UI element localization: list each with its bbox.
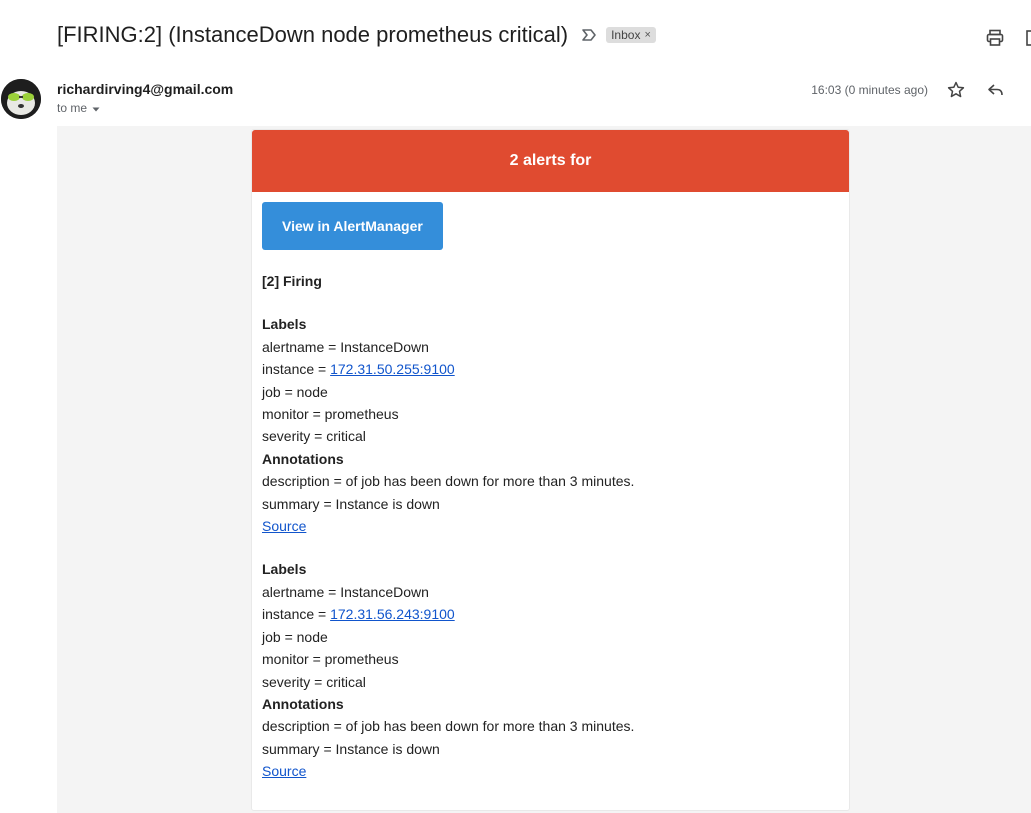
remove-label-icon[interactable]: × <box>644 29 650 41</box>
source-link[interactable]: Source <box>262 763 306 779</box>
instance-prefix: instance = <box>262 606 331 623</box>
label-monitor: monitor = prometheus <box>262 406 399 423</box>
label-alertname: alertname = InstanceDown <box>262 338 429 355</box>
labels-heading: Labels <box>262 316 307 333</box>
important-marker-icon[interactable] <box>580 26 598 44</box>
inbox-label-text: Inbox <box>611 28 641 42</box>
label-job: job = node <box>262 383 328 400</box>
subject-row: [FIRING:2] (InstanceDown node prometheus… <box>57 22 656 48</box>
inbox-label-chip[interactable]: Inbox × <box>606 27 656 43</box>
reply-icon[interactable] <box>986 80 1006 100</box>
star-icon[interactable] <box>946 80 966 100</box>
annotation-description: description = of job has been down for m… <box>262 473 635 490</box>
annotations-heading: Annotations <box>262 450 344 467</box>
annotation-summary: summary = Instance is down <box>262 495 440 512</box>
timestamp: 16:03 (0 minutes ago) <box>811 83 928 97</box>
instance-link[interactable]: 172.31.50.255:9100 <box>330 361 455 377</box>
alert-content: View in AlertManager [2] Firing Labels a… <box>252 192 849 783</box>
label-severity: severity = critical <box>262 428 366 445</box>
source-link[interactable]: Source <box>262 518 306 534</box>
email-subject: [FIRING:2] (InstanceDown node prometheus… <box>57 22 569 47</box>
alert-email-card: 2 alerts for View in AlertManager [2] Fi… <box>251 129 850 811</box>
alert-item: Labels alertname = InstanceDown instance… <box>262 558 839 782</box>
alert-header: 2 alerts for <box>252 130 849 192</box>
label-job: job = node <box>262 628 328 645</box>
sender-email[interactable]: richardirving4@gmail.com <box>57 81 233 97</box>
label-severity: severity = critical <box>262 673 366 690</box>
instance-prefix: instance = <box>262 361 331 378</box>
label-monitor: monitor = prometheus <box>262 651 399 668</box>
avatar[interactable] <box>1 79 41 119</box>
print-icon[interactable] <box>985 28 1005 48</box>
recipient-text: to me <box>57 101 88 115</box>
open-in-new-window-icon[interactable] <box>1025 28 1031 48</box>
chevron-down-icon[interactable] <box>91 103 101 113</box>
label-alertname: alertname = InstanceDown <box>262 583 429 600</box>
labels-heading: Labels <box>262 561 307 578</box>
annotation-description: description = of job has been down for m… <box>262 718 635 735</box>
recipient-details[interactable]: to me <box>57 101 101 115</box>
label-instance: instance = 172.31.50.255:9100 <box>262 358 839 380</box>
label-instance: instance = 172.31.56.243:9100 <box>262 603 839 625</box>
message-actions: 16:03 (0 minutes ago) <box>811 80 1031 100</box>
annotations-heading: Annotations <box>262 695 344 712</box>
annotation-summary: summary = Instance is down <box>262 740 440 757</box>
instance-link[interactable]: 172.31.56.243:9100 <box>330 606 455 622</box>
alert-item: Labels alertname = InstanceDown instance… <box>262 313 839 537</box>
view-in-alertmanager-button[interactable]: View in AlertManager <box>262 202 443 250</box>
alert-header-text: 2 alerts for <box>509 152 592 169</box>
top-toolbar <box>967 28 1031 48</box>
firing-title: [2] Firing <box>262 273 322 289</box>
